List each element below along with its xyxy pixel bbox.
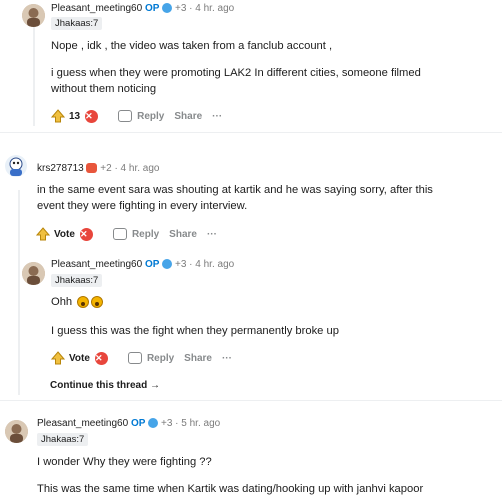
user-flair: Jhakaas:7: [51, 17, 103, 30]
reply-button[interactable]: Reply: [112, 228, 159, 240]
username[interactable]: Pleasant_meeting60: [37, 418, 128, 429]
comment-text: without them noticing: [51, 83, 157, 95]
upvote-icon[interactable]: [51, 109, 65, 123]
avatar[interactable]: [5, 420, 28, 443]
comment-header: Pleasant_meeting60 OP +3 · 4 hr. ago: [51, 3, 234, 14]
karma: +3: [160, 418, 173, 429]
user-flair: Jhakaas:7: [37, 433, 89, 446]
thread-line[interactable]: [18, 190, 20, 395]
karma: +3: [174, 3, 187, 14]
timestamp[interactable]: · 4 hr. ago: [114, 163, 159, 174]
comment-text: in the same event sara was shouting at k…: [37, 184, 433, 196]
avatar[interactable]: [22, 4, 45, 27]
more-icon[interactable]: ···: [212, 111, 222, 122]
continue-thread-link[interactable]: Continue this thread →: [50, 380, 160, 391]
reply-icon: [118, 110, 133, 122]
upvote-icon[interactable]: [51, 351, 65, 365]
timestamp[interactable]: · 4 hr. ago: [189, 259, 234, 270]
upvote-icon[interactable]: [36, 227, 50, 241]
share-button[interactable]: Share: [169, 229, 197, 240]
thread-line[interactable]: [33, 26, 35, 126]
comment-header: Pleasant_meeting60 OP +3 · 5 hr. ago: [37, 418, 220, 429]
username[interactable]: krs278713: [37, 163, 84, 174]
comment-text: I guess this was the fight when they per…: [51, 325, 339, 337]
comment-text: Ohh: [51, 295, 104, 310]
comment-text: Nope , idk , the video was taken from a …: [51, 40, 333, 52]
downvote-icon[interactable]: ✕: [85, 109, 99, 123]
op-badge: OP: [144, 259, 160, 270]
divider: [0, 400, 502, 401]
op-badge: OP: [130, 418, 146, 429]
reply-icon: [127, 352, 142, 364]
comment-text: I wonder Why they were fighting ??: [37, 456, 212, 468]
reply-button[interactable]: Reply: [118, 110, 164, 122]
user-flair: Jhakaas:7: [51, 274, 103, 287]
username[interactable]: Pleasant_meeting60: [51, 259, 142, 270]
karma: +3: [174, 259, 187, 270]
share-button[interactable]: Share: [184, 353, 212, 364]
downvote-icon[interactable]: ✕: [94, 351, 108, 365]
vote-count: 13: [69, 110, 81, 122]
timestamp[interactable]: · 5 hr. ago: [175, 418, 220, 429]
badge-icon: [148, 418, 159, 429]
username[interactable]: Pleasant_meeting60: [51, 3, 142, 14]
comment-text: event they were fighting in every interv…: [37, 200, 248, 212]
avatar[interactable]: [4, 154, 28, 178]
badge-icon: [162, 259, 173, 270]
emoji-icon: [91, 296, 104, 309]
share-button[interactable]: Share: [174, 111, 202, 122]
timestamp[interactable]: · 4 hr. ago: [189, 3, 234, 14]
more-icon[interactable]: ···: [222, 353, 232, 364]
comment-action-bar: Vote ✕ Reply Share ···: [51, 349, 232, 367]
badge-icon: [162, 3, 173, 14]
comment-action-bar: 13 ✕ Reply Share ···: [51, 107, 222, 125]
badge-icon: [86, 163, 98, 174]
divider: [0, 132, 502, 133]
comment-header: Pleasant_meeting60 OP +3 · 4 hr. ago: [51, 259, 234, 270]
comment-action-bar: Vote ✕ Reply Share ···: [36, 225, 217, 243]
op-badge: OP: [144, 3, 160, 14]
downvote-icon[interactable]: ✕: [79, 227, 93, 241]
reply-icon: [112, 228, 127, 240]
more-icon[interactable]: ···: [207, 229, 217, 240]
vote-count: Vote: [54, 228, 75, 240]
vote-count: Vote: [69, 352, 90, 364]
emoji-icon: [77, 296, 90, 309]
comment-header: krs278713 +2 · 4 hr. ago: [37, 163, 159, 174]
karma: +2: [100, 163, 112, 174]
comment-text: This was the same time when Kartik was d…: [37, 483, 424, 495]
comment-text: i guess when they were promoting LAK2 In…: [51, 67, 421, 79]
avatar[interactable]: [22, 262, 45, 285]
reply-button[interactable]: Reply: [127, 352, 174, 364]
